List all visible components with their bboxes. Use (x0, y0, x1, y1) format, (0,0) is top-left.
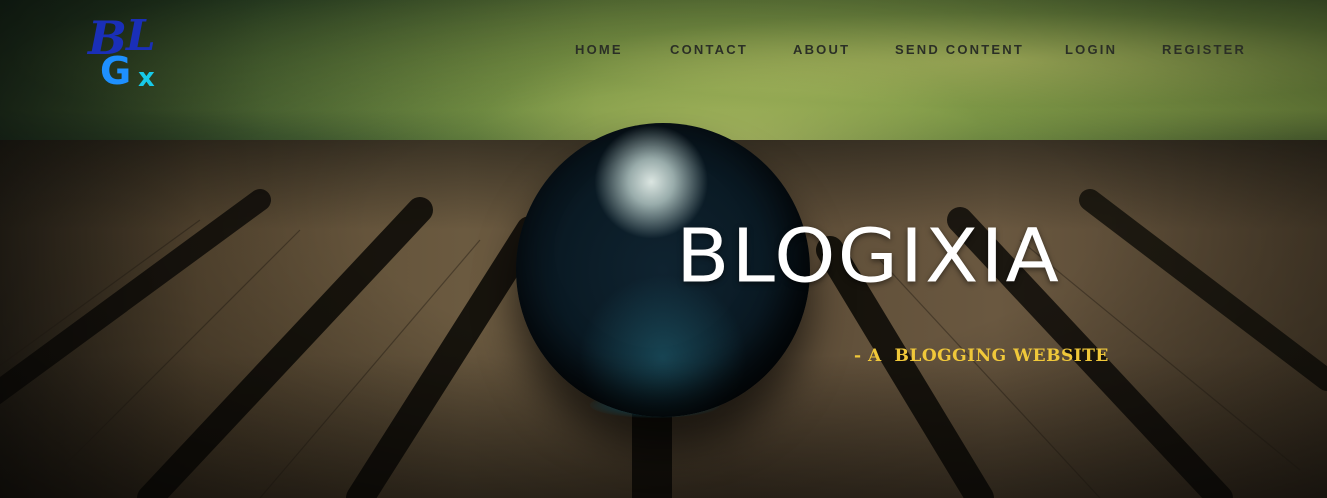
logo-letter-g: G (100, 49, 131, 90)
nav-register[interactable]: REGISTER (1162, 42, 1246, 57)
nav-send-content[interactable]: SEND CONTENT (895, 42, 1024, 57)
nav-home[interactable]: HOME (575, 42, 623, 57)
logo[interactable]: B L G x (86, 10, 166, 93)
site-tagline: - A BLOGGING WEBSITE (854, 346, 1109, 366)
nav-login[interactable]: LOGIN (1065, 42, 1117, 57)
site-title: BLOGIXIA (676, 214, 1061, 300)
nav-contact[interactable]: CONTACT (670, 42, 748, 57)
logo-letter-x: x (138, 63, 155, 90)
logo-mark: B L G x (86, 11, 156, 93)
hero-banner: B L G x HOME CONTACT ABOUT SEND CONTENT … (0, 0, 1327, 498)
nav-about[interactable]: ABOUT (793, 42, 850, 57)
